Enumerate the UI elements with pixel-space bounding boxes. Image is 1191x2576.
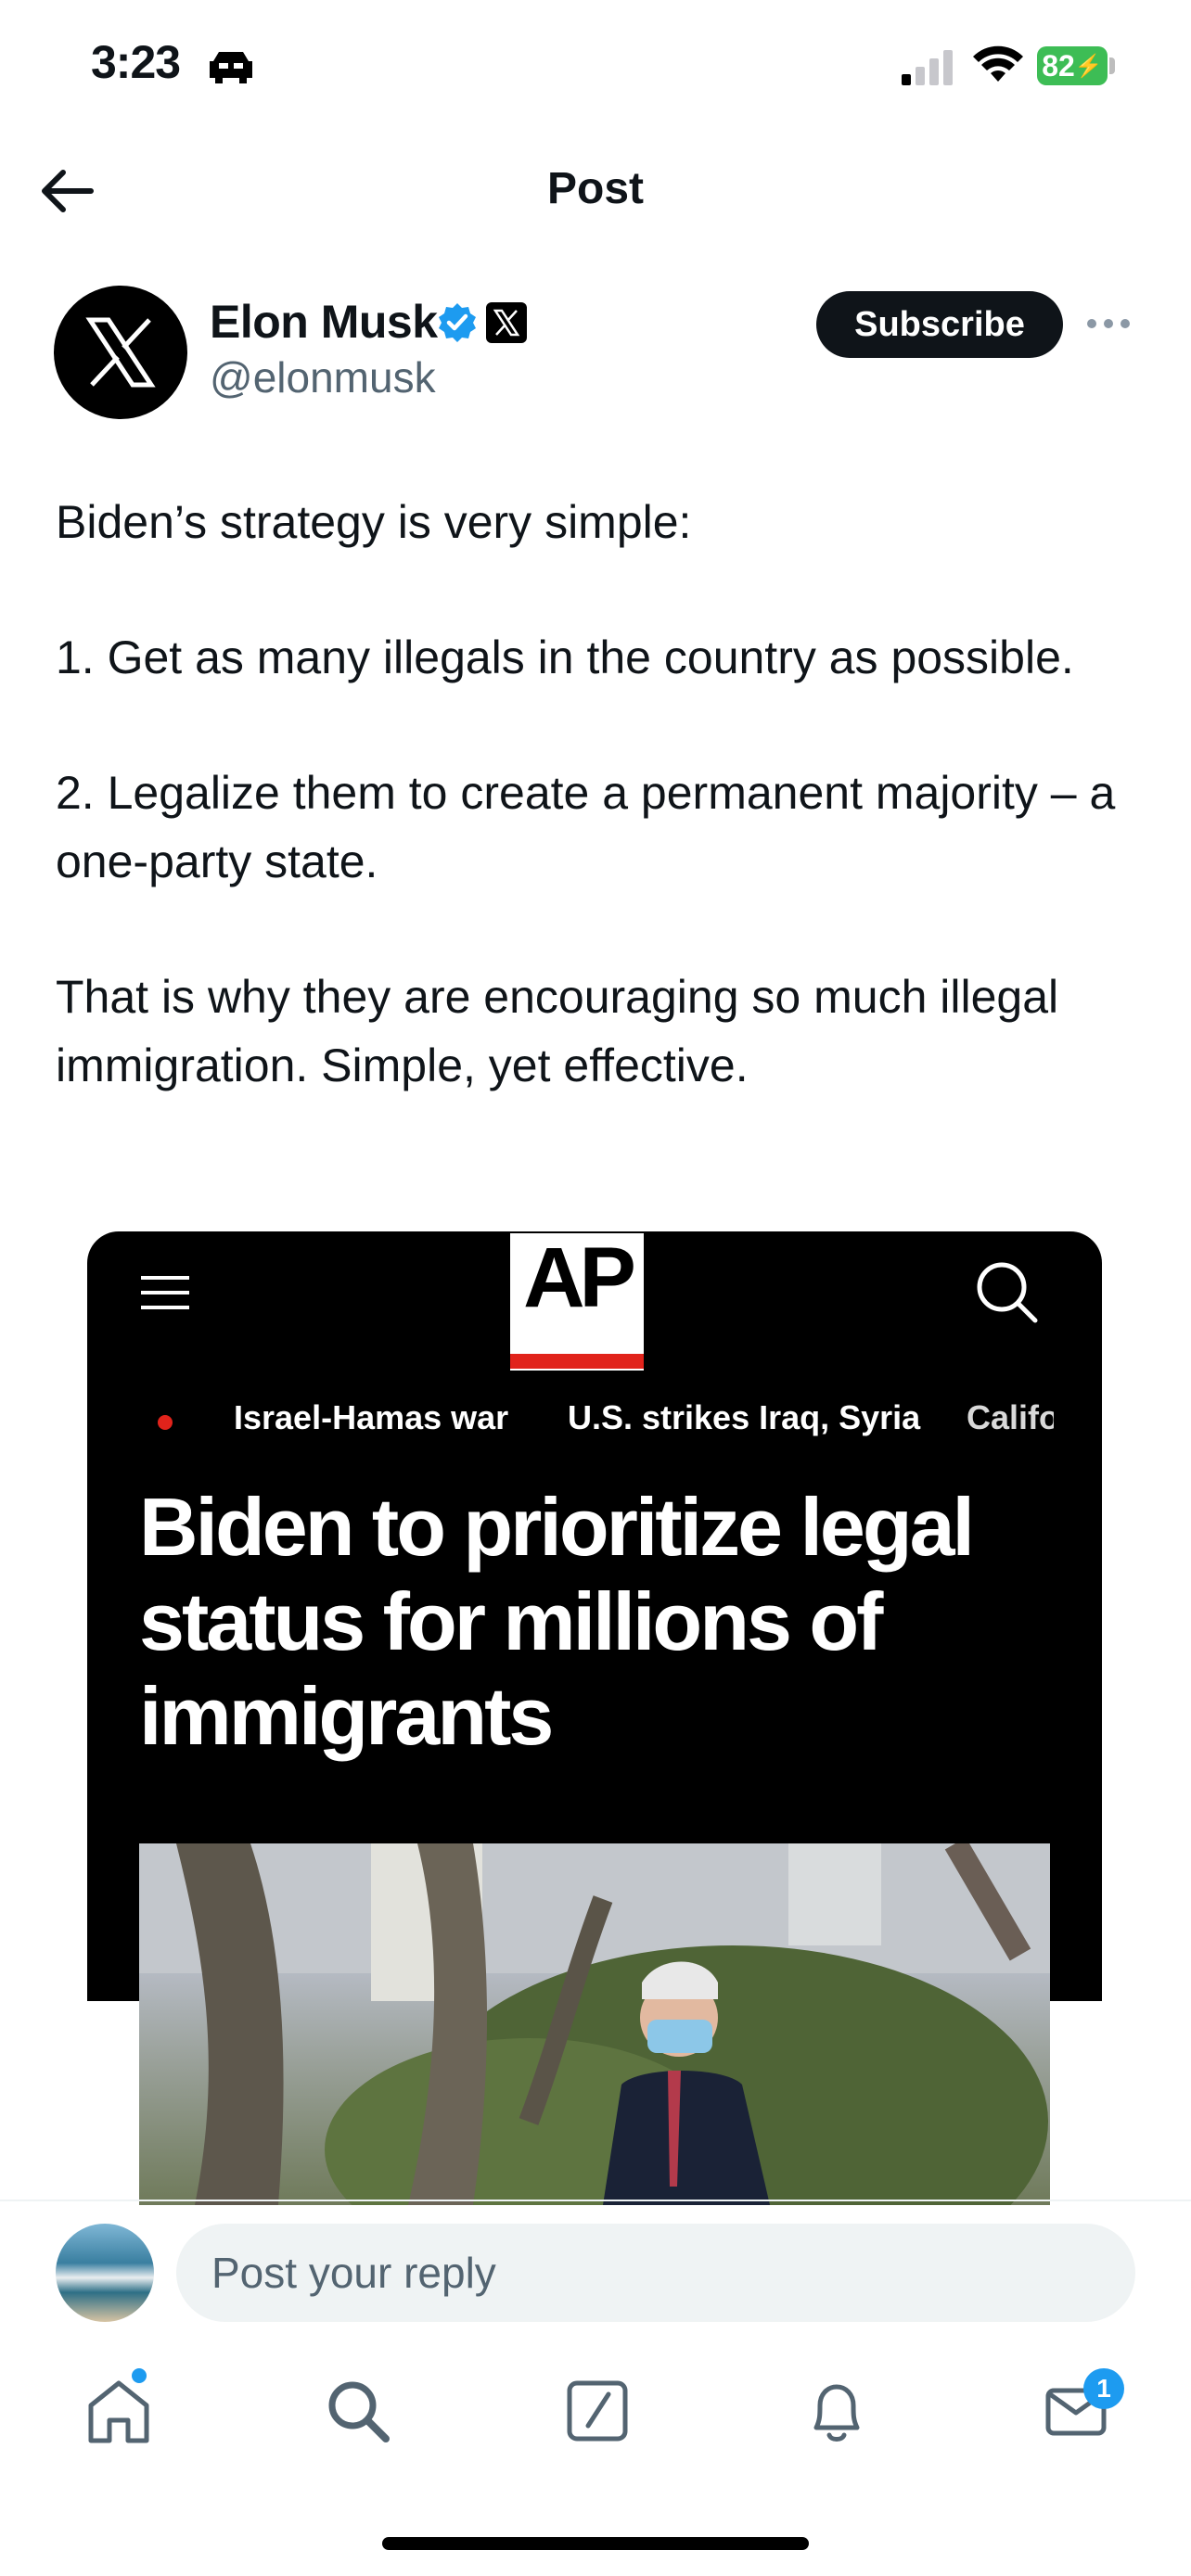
x-logo-icon[interactable] [486, 302, 527, 343]
search-icon [977, 1262, 1038, 1323]
ap-logo-text: AP [523, 1231, 636, 1325]
author-name[interactable]: Elon Musk [210, 295, 438, 349]
tweet-paragraph: Biden’s strategy is very simple: [56, 496, 692, 548]
search-icon[interactable] [321, 2374, 395, 2448]
tweet-paragraph: 2. Legalize them to create a permanent m… [56, 767, 1116, 887]
author-handle[interactable]: @elonmusk [210, 352, 436, 402]
x-logo-icon [85, 317, 156, 388]
home-icon[interactable] [82, 2374, 156, 2448]
author-avatar[interactable] [54, 286, 187, 419]
signal-icon [902, 50, 953, 85]
compose-icon[interactable] [560, 2374, 634, 2448]
news-headline: Biden to prioritize legal status for mil… [139, 1481, 975, 1762]
user-avatar[interactable] [56, 2224, 154, 2322]
wifi-icon [973, 45, 1023, 82]
home-notification-dot [132, 2368, 147, 2383]
page-title: Post [546, 164, 644, 213]
reply-divider [0, 2200, 1191, 2201]
messages-badge: 1 [1083, 2368, 1124, 2409]
nav-link: Israel-Hamas war [234, 1398, 509, 1436]
news-photo [139, 1843, 1050, 2205]
live-dot [158, 1415, 173, 1430]
more-horizontal-icon[interactable] [1083, 312, 1133, 336]
reply-input[interactable] [176, 2224, 1135, 2322]
hamburger-menu-icon [141, 1276, 189, 1309]
car-icon [210, 52, 252, 83]
battery-icon: 82 ⚡ [1037, 46, 1108, 85]
ap-logo-bar [510, 1354, 644, 1369]
tweet-paragraph: That is why they are encouraging so much… [56, 971, 1059, 1091]
battery-tip [1109, 57, 1115, 74]
tweet-text: Biden’s strategy is very simple: 1. Get … [56, 488, 1141, 1100]
status-time: 3:23 [91, 36, 181, 88]
notifications-icon[interactable] [800, 2374, 874, 2448]
verified-badge-icon [439, 303, 476, 342]
home-indicator[interactable] [382, 2537, 809, 2550]
nav-link: U.S. strikes Iraq, Syria [568, 1398, 921, 1436]
tweet-paragraph: 1. Get as many illegals in the country a… [56, 631, 1074, 683]
nav-link: Califo [967, 1398, 1054, 1436]
subscribe-button[interactable]: Subscribe [816, 291, 1063, 358]
